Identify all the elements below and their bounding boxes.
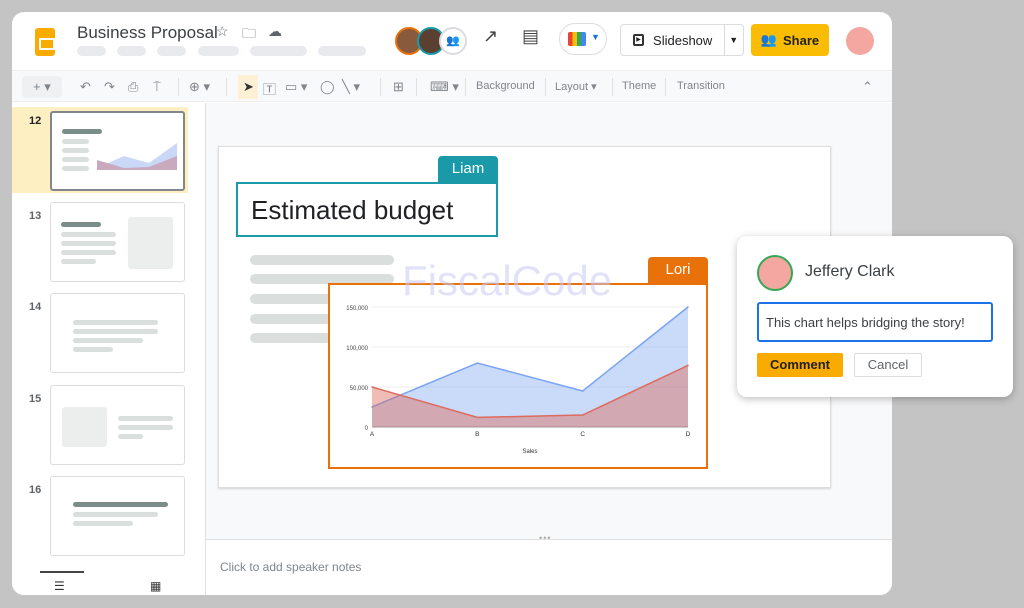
area-chart: 0 50,000 100,000 150,000 A B C D Sales [346, 306, 691, 455]
x-axis-label: Sales [522, 449, 537, 455]
x-tick-label: B [475, 431, 479, 438]
slideshow-button[interactable]: ▶ Slideshow ▼ [620, 24, 744, 56]
author-avatar [757, 255, 793, 291]
chat-people-icon[interactable]: 👥 [439, 27, 467, 55]
data-point [687, 364, 689, 367]
slides-logo[interactable] [35, 28, 55, 56]
share-button[interactable]: 👥 Share [751, 24, 829, 56]
slide-number: 14 [29, 301, 42, 313]
slideshow-dropdown[interactable]: ▼ [723, 25, 744, 55]
slide-thumb-13[interactable]: 13 [12, 202, 188, 288]
x-tick-label: D [686, 431, 691, 438]
toolbar: + ▾ ↶ ↷ ⎙ ⍑ ⊕ ▾ ➤ 🅃 ▭ ▾ ◯ ╲ ▾ ⊞ ⌨ ▾ Back… [12, 70, 892, 102]
y-tick-label: 0 [365, 426, 369, 432]
data-point [476, 416, 479, 419]
paint-format-icon[interactable]: ⍑ [153, 79, 161, 95]
collaborator-tag-lori: Lori [648, 257, 708, 284]
filmstrip-view-icon[interactable]: ☰ [54, 579, 65, 593]
comment-input[interactable]: This chart helps bridging the story! [757, 302, 993, 342]
grid-view-icon[interactable]: ▦ [150, 579, 161, 593]
image-icon[interactable]: ▭ ▾ [285, 79, 307, 95]
y-tick-label: 150,000 [346, 306, 368, 312]
comment-cancel-button[interactable]: Cancel [854, 353, 922, 377]
menu-format[interactable] [250, 46, 307, 56]
menu-insert[interactable] [198, 46, 239, 56]
slide-thumb-15[interactable]: 15 [12, 385, 188, 471]
y-tick-label: 50,000 [350, 386, 369, 392]
activity-trend-icon[interactable]: ↗ [483, 26, 498, 47]
y-tick-label: 100,000 [346, 346, 368, 352]
layout-button[interactable]: Layout ▾ [555, 80, 597, 93]
data-point [581, 414, 584, 416]
chevron-down-icon: ▼ [591, 32, 600, 42]
speaker-notes[interactable]: Click to add speaker notes [206, 539, 892, 595]
document-title[interactable]: Business Proposal [77, 23, 218, 43]
speaker-notes-placeholder: Click to add speaker notes [220, 560, 362, 574]
slide-number: 16 [29, 484, 42, 496]
play-icon: ▶ [633, 34, 645, 46]
watermark: FiscalCode [402, 257, 613, 304]
line-icon[interactable]: ╲ ▾ [342, 79, 360, 95]
comment-submit-button[interactable]: Comment [757, 353, 843, 377]
comment-author: Jeffery Clark [805, 263, 895, 280]
new-slide-button[interactable]: + ▾ [22, 76, 62, 98]
data-point [581, 390, 584, 392]
layout-label: Layout [555, 81, 589, 93]
x-tick-label: C [580, 431, 585, 438]
menu-slide[interactable] [318, 46, 366, 56]
menu-file[interactable] [77, 46, 106, 56]
theme-button[interactable]: Theme [622, 80, 656, 92]
menu-view[interactable] [157, 46, 186, 56]
thumb-chart [97, 143, 177, 170]
data-point [687, 306, 689, 308]
undo-icon[interactable]: ↶ [80, 79, 91, 95]
background-button[interactable]: Background [476, 80, 535, 92]
slideshow-label: Slideshow [653, 32, 713, 48]
slide-number: 12 [29, 115, 42, 127]
meet-button[interactable]: ▼ [559, 23, 607, 55]
people-icon: 👥 [760, 32, 778, 47]
redo-icon[interactable]: ↷ [104, 79, 115, 95]
data-point [371, 386, 373, 388]
cloud-status-icon[interactable]: ☁ [268, 23, 282, 40]
print-icon[interactable]: ⎙ [128, 79, 138, 95]
zoom-icon[interactable]: ⊕ ▾ [189, 79, 210, 95]
star-icon[interactable]: ☆ [216, 23, 229, 40]
keyboard-input-icon[interactable]: ⌨ ▾ [430, 79, 459, 95]
select-icon[interactable]: ➤ [238, 75, 258, 99]
slide-number: 13 [29, 210, 42, 222]
slide-thumb-14[interactable]: 14 [12, 293, 188, 379]
move-folder-icon[interactable]: 🗀 [242, 23, 256, 47]
account-avatar[interactable] [846, 27, 874, 55]
comments-icon[interactable]: ▤ [522, 26, 539, 47]
slide-title[interactable]: Estimated budget [236, 182, 498, 237]
collapse-toolbar-icon[interactable]: ⌃ [862, 79, 873, 95]
menu-edit[interactable] [117, 46, 146, 56]
add-comment-icon[interactable]: ⊞ [393, 79, 404, 95]
filmstrip: 12 13 14 15 16 ☰ ▦ [12, 103, 206, 595]
slide-thumb-12[interactable]: 12 [12, 107, 188, 193]
meet-icon [568, 32, 586, 46]
collaborator-tag-liam: Liam [438, 156, 498, 183]
chart[interactable]: 0 50,000 100,000 150,000 A B C D Sales [328, 283, 708, 469]
comment-card: Jeffery Clark This chart helps bridging … [737, 236, 1013, 397]
shape-icon[interactable]: ◯ [320, 79, 335, 95]
text-box-icon[interactable]: 🅃 [263, 79, 276, 98]
share-label: Share [783, 32, 820, 48]
data-point [476, 362, 479, 364]
slide-thumb-16[interactable]: 16 [12, 476, 188, 562]
slide-number: 15 [29, 393, 42, 405]
transition-button[interactable]: Transition [677, 80, 725, 92]
x-tick-label: A [370, 431, 375, 438]
